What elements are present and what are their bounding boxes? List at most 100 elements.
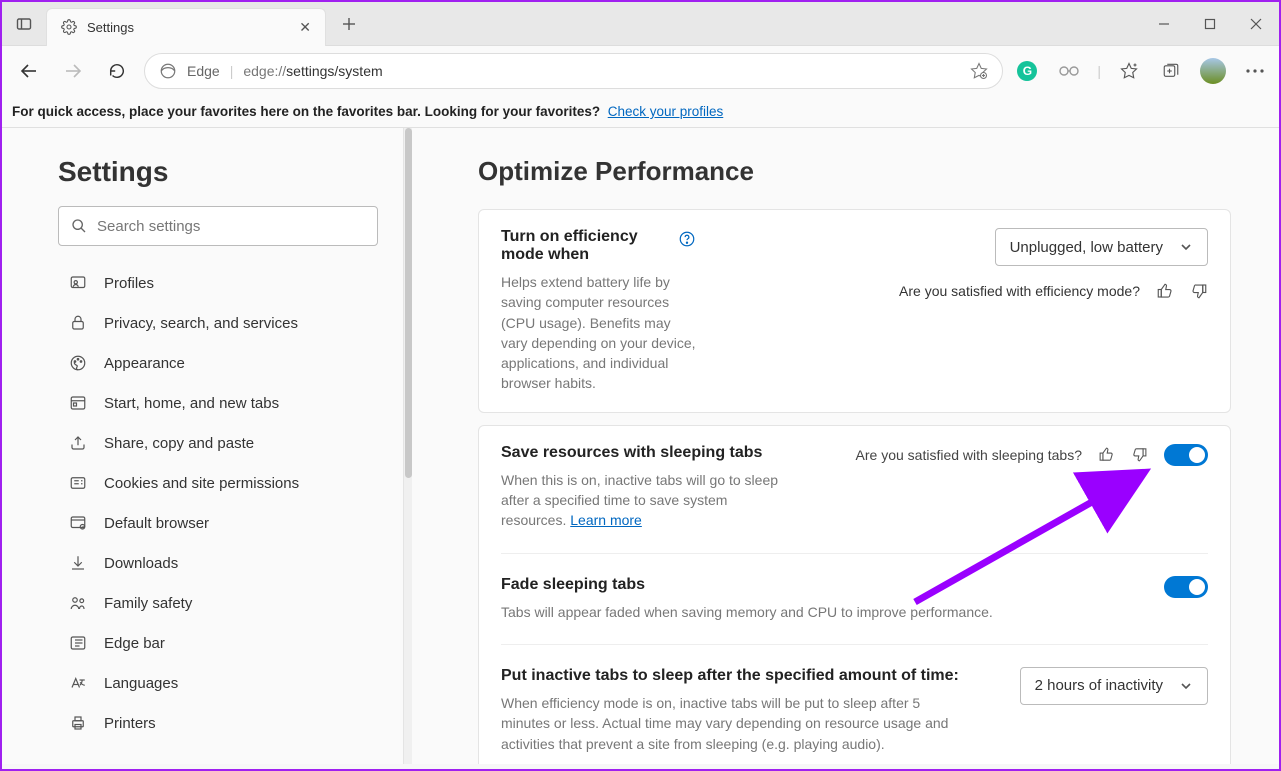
sidebar-item-downloads[interactable]: Downloads bbox=[58, 544, 382, 582]
edge-logo-icon bbox=[159, 62, 177, 80]
sidebar-item-label: Share, copy and paste bbox=[104, 435, 254, 452]
fade-title: Fade sleeping tabs bbox=[501, 576, 1144, 594]
efficiency-desc: Helps extend battery life by saving comp… bbox=[501, 272, 696, 394]
sidebar-item-label: Printers bbox=[104, 715, 156, 732]
learn-more-link[interactable]: Learn more bbox=[570, 512, 642, 528]
sidebar-item-label: Start, home, and new tabs bbox=[104, 395, 279, 412]
sidebar-item-label: Default browser bbox=[104, 515, 209, 532]
cookies-icon bbox=[68, 474, 88, 492]
sidebar-item-default-browser[interactable]: Default browser bbox=[58, 504, 382, 542]
chevron-down-icon bbox=[1179, 240, 1193, 254]
efficiency-card: Turn on efficiency mode when Helps exten… bbox=[478, 209, 1231, 413]
edgebar-icon bbox=[68, 634, 88, 652]
efficiency-title: Turn on efficiency mode when bbox=[501, 228, 668, 264]
tab-actions-button[interactable] bbox=[2, 2, 46, 46]
sidebar-heading: Settings bbox=[58, 156, 382, 188]
maximize-button[interactable] bbox=[1187, 2, 1233, 46]
close-tab-icon[interactable]: ✕ bbox=[299, 19, 311, 36]
sidebar-item-label: Downloads bbox=[104, 555, 178, 572]
more-menu-icon[interactable] bbox=[1241, 57, 1269, 85]
page-heading: Optimize Performance bbox=[478, 156, 1231, 187]
download-icon bbox=[68, 554, 88, 572]
search-icon bbox=[71, 218, 87, 234]
help-icon[interactable] bbox=[678, 230, 696, 248]
efficiency-select[interactable]: Unplugged, low battery bbox=[995, 228, 1208, 266]
sidebar-item-privacy[interactable]: Privacy, search, and services bbox=[58, 304, 382, 342]
fade-toggle[interactable] bbox=[1164, 576, 1208, 598]
share-icon bbox=[68, 434, 88, 452]
sleeping-tabs-desc: When this is on, inactive tabs will go t… bbox=[501, 470, 791, 531]
family-icon bbox=[68, 594, 88, 612]
close-window-button[interactable] bbox=[1233, 2, 1279, 46]
refresh-button[interactable] bbox=[100, 54, 134, 88]
grammarly-icon[interactable]: G bbox=[1013, 57, 1041, 85]
sidebar-scrollbar[interactable] bbox=[403, 128, 412, 764]
sidebar-item-profiles[interactable]: Profiles bbox=[58, 264, 382, 302]
add-favorite-icon[interactable] bbox=[970, 62, 988, 80]
gear-icon bbox=[61, 19, 77, 35]
address-bar[interactable]: Edge | edge://settings/system bbox=[144, 53, 1003, 89]
thumbs-up-icon[interactable] bbox=[1098, 446, 1115, 463]
edge-label: Edge bbox=[187, 63, 220, 79]
sleeping-feedback: Are you satisfied with sleeping tabs? bbox=[856, 446, 1148, 463]
sleeping-tabs-card: Save resources with sleeping tabs When t… bbox=[478, 425, 1231, 764]
sidebar-item-languages[interactable]: Languages bbox=[58, 664, 382, 702]
sleeping-tabs-title: Save resources with sleeping tabs bbox=[501, 444, 791, 462]
tab-settings[interactable]: Settings ✕ bbox=[46, 8, 326, 46]
inactive-title: Put inactive tabs to sleep after the spe… bbox=[501, 667, 971, 685]
thumbs-down-icon[interactable] bbox=[1131, 446, 1148, 463]
extension-icon[interactable] bbox=[1055, 57, 1083, 85]
profile-avatar[interactable] bbox=[1199, 57, 1227, 85]
toolbar: Edge | edge://settings/system G | bbox=[2, 46, 1279, 96]
feedback-text: Are you satisfied with sleeping tabs? bbox=[856, 447, 1082, 463]
home-icon bbox=[68, 394, 88, 412]
tab-title: Settings bbox=[87, 20, 289, 35]
sidebar-item-share[interactable]: Share, copy and paste bbox=[58, 424, 382, 462]
lock-icon bbox=[68, 314, 88, 332]
minimize-button[interactable] bbox=[1141, 2, 1187, 46]
search-placeholder: Search settings bbox=[97, 218, 200, 235]
separator: | bbox=[230, 63, 234, 79]
sidebar-item-label: Family safety bbox=[104, 595, 192, 612]
sidebar-item-label: Profiles bbox=[104, 275, 154, 292]
url-text: edge://settings/system bbox=[243, 63, 382, 79]
thumbs-up-icon[interactable] bbox=[1156, 282, 1174, 300]
inactive-desc: When efficiency mode is on, inactive tab… bbox=[501, 693, 971, 754]
chevron-down-icon bbox=[1179, 679, 1193, 693]
collections-icon[interactable] bbox=[1157, 57, 1185, 85]
favorites-icon[interactable] bbox=[1115, 57, 1143, 85]
sidebar-item-label: Appearance bbox=[104, 355, 185, 372]
forward-button[interactable] bbox=[56, 54, 90, 88]
browser-icon bbox=[68, 514, 88, 532]
language-icon bbox=[68, 674, 88, 692]
sidebar-item-appearance[interactable]: Appearance bbox=[58, 344, 382, 382]
window-controls bbox=[1141, 2, 1279, 46]
sidebar-item-label: Cookies and site permissions bbox=[104, 475, 299, 492]
sidebar-item-printers[interactable]: Printers bbox=[58, 704, 382, 742]
new-tab-button[interactable] bbox=[330, 5, 368, 43]
sidebar-nav: Profiles Privacy, search, and services A… bbox=[58, 264, 382, 742]
printer-icon bbox=[68, 714, 88, 732]
sidebar-item-start[interactable]: Start, home, and new tabs bbox=[58, 384, 382, 422]
sidebar-item-cookies[interactable]: Cookies and site permissions bbox=[58, 464, 382, 502]
sidebar-item-label: Privacy, search, and services bbox=[104, 315, 298, 332]
back-button[interactable] bbox=[12, 54, 46, 88]
appearance-icon bbox=[68, 354, 88, 372]
sidebar-item-edgebar[interactable]: Edge bar bbox=[58, 624, 382, 662]
sidebar-item-family[interactable]: Family safety bbox=[58, 584, 382, 622]
thumbs-down-icon[interactable] bbox=[1190, 282, 1208, 300]
extensions-area: G | bbox=[1013, 57, 1269, 85]
favorites-bar-message: For quick access, place your favorites h… bbox=[2, 96, 1279, 128]
sleeping-tabs-toggle[interactable] bbox=[1164, 444, 1208, 466]
fade-desc: Tabs will appear faded when saving memor… bbox=[501, 602, 1144, 622]
search-settings-input[interactable]: Search settings bbox=[58, 206, 378, 246]
titlebar: Settings ✕ bbox=[2, 2, 1279, 46]
profile-icon bbox=[68, 274, 88, 292]
efficiency-feedback: Are you satisfied with efficiency mode? bbox=[899, 282, 1208, 300]
settings-main: Optimize Performance Turn on efficiency … bbox=[412, 128, 1279, 764]
check-profiles-link[interactable]: Check your profiles bbox=[608, 104, 724, 119]
inactive-select[interactable]: 2 hours of inactivity bbox=[1020, 667, 1208, 705]
settings-sidebar: Settings Search settings Profiles Privac… bbox=[2, 128, 412, 764]
select-value: 2 hours of inactivity bbox=[1035, 677, 1163, 694]
select-value: Unplugged, low battery bbox=[1010, 239, 1163, 256]
